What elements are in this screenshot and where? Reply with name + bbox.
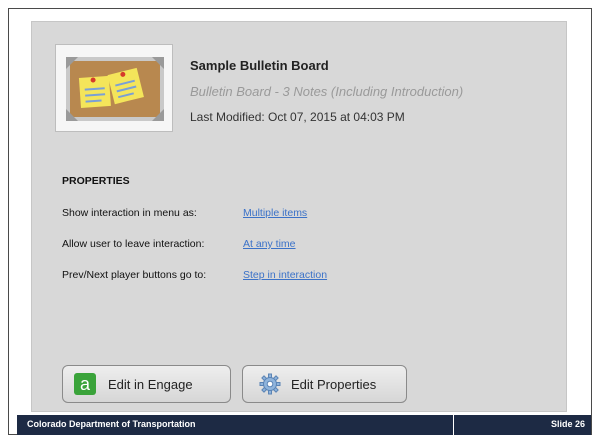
footer-slide-number: Slide 26 xyxy=(550,419,585,429)
property-label-prevnext: Prev/Next player buttons go to: xyxy=(62,269,207,281)
edit-in-engage-label: Edit in Engage xyxy=(108,376,193,392)
property-value-leave-link[interactable]: At any time xyxy=(243,238,296,250)
property-value-menu-link[interactable]: Multiple items xyxy=(243,207,307,219)
properties-heading: PROPERTIES xyxy=(62,175,130,187)
slide-footer: Colorado Department of Transportation Sl… xyxy=(17,415,591,435)
edit-properties-button[interactable]: Edit Properties xyxy=(242,365,407,403)
edit-in-engage-button[interactable]: a Edit in Engage xyxy=(62,365,231,403)
property-value-prevnext-link[interactable]: Step in interaction xyxy=(243,269,327,281)
bulletin-board-thumbnail xyxy=(55,44,173,132)
svg-text:a: a xyxy=(80,374,91,394)
footer-organization: Colorado Department of Transportation xyxy=(27,419,196,429)
footer-divider xyxy=(453,415,454,435)
interaction-subtitle: Bulletin Board - 3 Notes (Including Intr… xyxy=(190,84,464,99)
property-label-menu: Show interaction in menu as: xyxy=(62,207,197,219)
engage-icon: a xyxy=(74,373,96,395)
interaction-title: Sample Bulletin Board xyxy=(190,58,329,73)
last-modified: Last Modified: Oct 07, 2015 at 04:03 PM xyxy=(190,110,405,124)
gear-icon xyxy=(259,373,281,395)
corkboard-icon xyxy=(66,57,164,121)
edit-properties-label: Edit Properties xyxy=(291,376,377,392)
property-label-leave: Allow user to leave interaction: xyxy=(62,238,205,250)
